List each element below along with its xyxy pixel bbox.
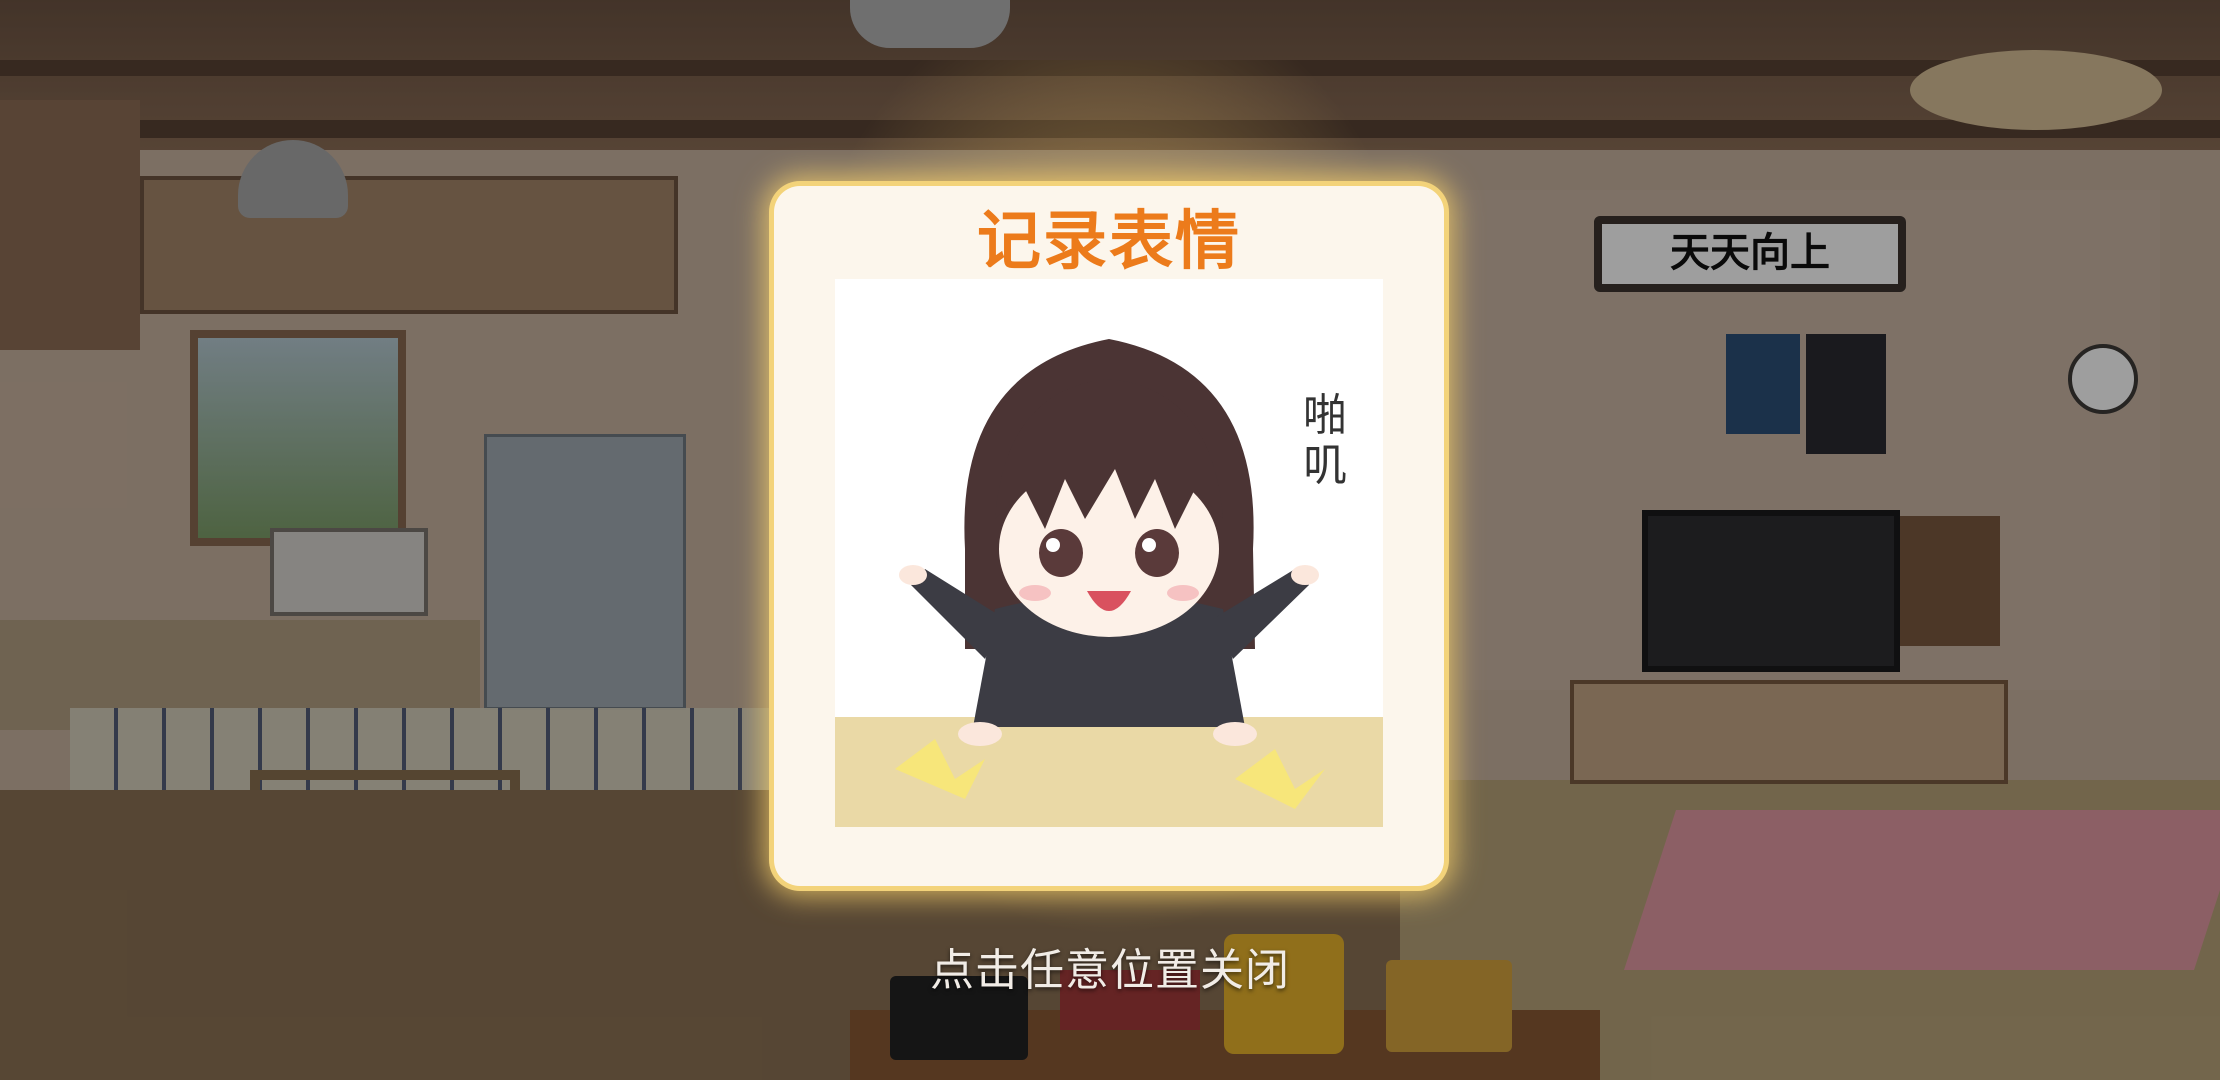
sticker-caption: 啪叽: [1303, 390, 1347, 491]
dialog-title: 记录表情: [977, 205, 1241, 279]
record-expression-dialog: 记录表情 啪叽: [774, 186, 1444, 886]
tap-anywhere-to-close-hint[interactable]: 点击任意位置关闭: [0, 934, 2220, 998]
expression-sticker-image: 啪叽: [835, 279, 1383, 827]
chibi-girl-illustration: [835, 339, 1383, 827]
